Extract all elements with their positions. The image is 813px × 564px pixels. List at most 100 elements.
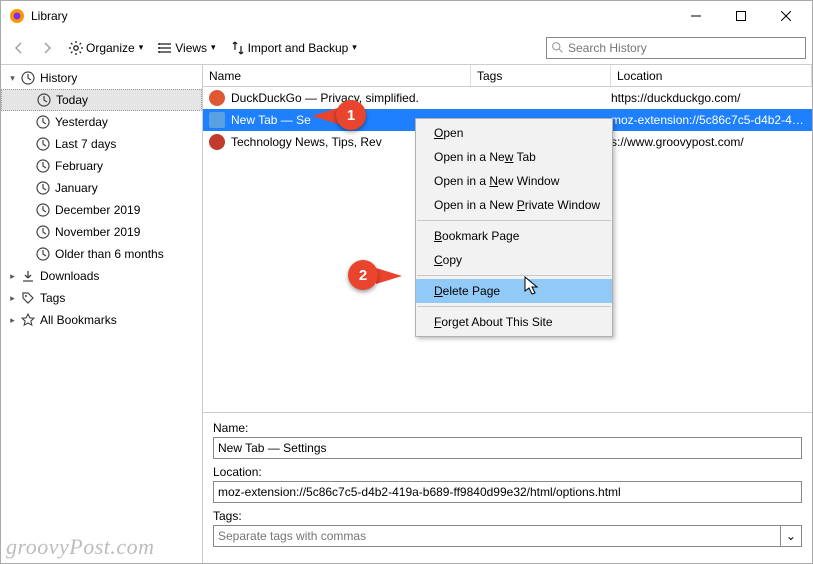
sidebar-item-last7days[interactable]: Last 7 days (1, 133, 202, 155)
sidebar-item-label: December 2019 (55, 203, 140, 217)
col-header-tags[interactable]: Tags (471, 65, 611, 86)
maximize-button[interactable] (718, 2, 763, 30)
sidebar-tags-label: Tags (40, 291, 65, 305)
sidebar-history[interactable]: ▾ History (1, 67, 202, 89)
chevron-down-icon: ▾ (211, 42, 216, 53)
import-backup-label: Import and Backup (246, 41, 351, 55)
window-title: Library (31, 9, 673, 23)
gear-icon (68, 40, 84, 56)
ctx-separator (417, 306, 611, 307)
clock-icon (35, 224, 51, 240)
sidebar-all-bookmarks[interactable]: ▸ All Bookmarks (1, 309, 202, 331)
sidebar-item-today[interactable]: Today (1, 89, 202, 111)
search-history[interactable] (546, 37, 806, 59)
ctx-separator (417, 275, 611, 276)
forward-button[interactable] (35, 34, 59, 62)
sidebar-downloads[interactable]: ▸ Downloads (1, 265, 202, 287)
clock-icon (36, 92, 52, 108)
ctx-open-private-window[interactable]: Open in a New Private Window (416, 193, 612, 217)
sidebar-all-bookmarks-label: All Bookmarks (40, 313, 117, 327)
watermark: groovyPost.com (6, 534, 155, 560)
sidebar-item-january[interactable]: January (1, 177, 202, 199)
sidebar-item-label: Older than 6 months (55, 247, 164, 261)
history-row[interactable]: DuckDuckGo — Privacy, simplified. https:… (203, 87, 812, 109)
sidebar-item-yesterday[interactable]: Yesterday (1, 111, 202, 133)
organize-label: Organize (84, 41, 137, 55)
search-input[interactable] (568, 41, 801, 55)
library-window: Library Organize ▾ Views ▾ Import and Ba… (0, 0, 813, 564)
back-button[interactable] (7, 34, 31, 62)
sidebar-item-february[interactable]: February (1, 155, 202, 177)
ctx-forget-site[interactable]: Forget About This Site (416, 310, 612, 334)
sidebar: ▾ History Today Yesterday Last 7 days Fe… (1, 65, 203, 563)
tags-dropdown-button[interactable]: ⌄ (781, 525, 802, 547)
clock-icon (35, 158, 51, 174)
sidebar-item-older[interactable]: Older than 6 months (1, 243, 202, 265)
sidebar-item-label: November 2019 (55, 225, 140, 239)
tags-label: Tags: (213, 509, 802, 523)
titlebar: Library (1, 1, 812, 31)
import-backup-menu[interactable]: Import and Backup ▾ (225, 34, 362, 62)
clock-icon (35, 114, 51, 130)
star-icon (20, 312, 36, 328)
sidebar-item-label: Yesterday (55, 115, 108, 129)
sidebar-item-label: Today (56, 93, 88, 107)
chevron-down-icon: ▾ (352, 42, 357, 53)
ctx-delete-page[interactable]: Delete Page (416, 279, 612, 303)
sidebar-downloads-label: Downloads (40, 269, 99, 283)
row-name: New Tab — Se (231, 113, 311, 127)
ctx-bookmark-page[interactable]: Bookmark Page (416, 224, 612, 248)
name-input[interactable] (213, 437, 802, 459)
tags-input[interactable] (213, 525, 781, 547)
twisty-closed-icon: ▸ (7, 293, 18, 304)
body: ▾ History Today Yesterday Last 7 days Fe… (1, 65, 812, 563)
toolbar: Organize ▾ Views ▾ Import and Backup ▾ (1, 31, 812, 65)
views-menu[interactable]: Views ▾ (152, 34, 220, 62)
tag-icon (20, 290, 36, 306)
ctx-open-new-window[interactable]: Open in a New Window (416, 169, 612, 193)
app-icon (9, 8, 25, 24)
twisty-closed-icon: ▸ (7, 271, 18, 282)
location-label: Location: (213, 465, 802, 479)
ctx-open[interactable]: Open (416, 121, 612, 145)
col-header-name[interactable]: Name (203, 65, 471, 86)
sidebar-item-november2019[interactable]: November 2019 (1, 221, 202, 243)
views-label: Views (173, 41, 209, 55)
minimize-button[interactable] (673, 2, 718, 30)
sidebar-item-label: January (55, 181, 98, 195)
chevron-down-icon: ▾ (139, 42, 144, 53)
row-location: s://www.groovypost.com/ (611, 135, 812, 149)
download-icon (20, 268, 36, 284)
row-location: moz-extension://5c86c7c5-d4b2-419a-... (611, 113, 812, 127)
ctx-copy[interactable]: Copy (416, 248, 612, 272)
import-export-icon (230, 40, 246, 56)
column-headers: Name Tags Location (203, 65, 812, 87)
col-header-location[interactable]: Location (611, 65, 812, 86)
row-location: https://duckduckgo.com/ (611, 91, 812, 105)
list-icon (157, 40, 173, 56)
sidebar-item-label: Last 7 days (55, 137, 116, 151)
row-name: Technology News, Tips, Rev (231, 135, 382, 149)
organize-menu[interactable]: Organize ▾ (63, 34, 148, 62)
clock-icon (35, 180, 51, 196)
ctx-open-new-tab[interactable]: Open in a New Tab (416, 145, 612, 169)
close-button[interactable] (763, 2, 808, 30)
chevron-down-icon: ⌄ (786, 529, 796, 543)
context-menu: Open Open in a New Tab Open in a New Win… (415, 118, 613, 337)
sidebar-item-december2019[interactable]: December 2019 (1, 199, 202, 221)
name-label: Name: (213, 421, 802, 435)
clock-icon (35, 136, 51, 152)
search-icon (551, 41, 564, 54)
sidebar-tags[interactable]: ▸ Tags (1, 287, 202, 309)
location-input[interactable] (213, 481, 802, 503)
clock-icon (20, 70, 36, 86)
ctx-separator (417, 220, 611, 221)
row-name: DuckDuckGo — Privacy, simplified. (231, 91, 419, 105)
details-pane: Name: Location: Tags: ⌄ (203, 412, 812, 563)
clock-icon (35, 202, 51, 218)
twisty-open-icon: ▾ (7, 73, 18, 84)
favicon-icon (209, 112, 225, 128)
sidebar-history-label: History (40, 71, 77, 85)
favicon-icon (209, 134, 225, 150)
clock-icon (35, 246, 51, 262)
